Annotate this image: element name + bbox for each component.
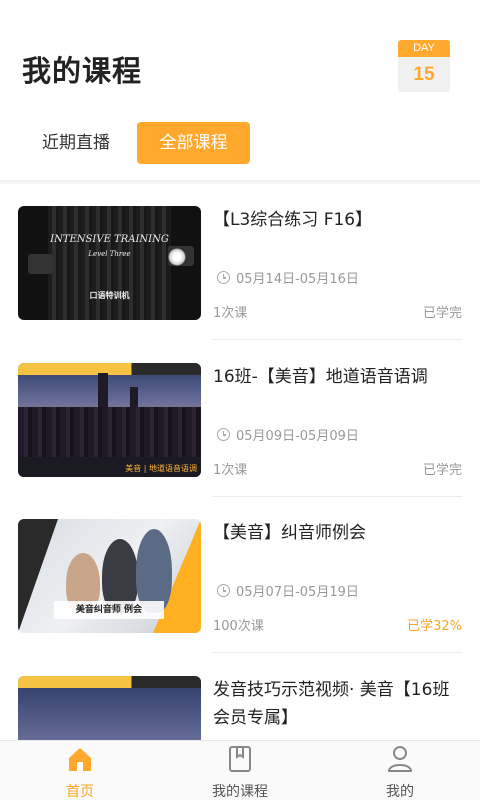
course-tabs: 近期直播 全部课程 [0,122,480,164]
course-card[interactable]: 美音 | 地道语音语调 16班-【美音】地道语音语调 05月09日-05月09日… [18,341,462,497]
course-date-text: 05月07日-05月19日 [236,585,359,600]
course-card[interactable]: 美音纠音师 例会 【美音】纠音师例会 05月07日-05月19日 100次课 已… [18,497,462,653]
clock-icon [217,428,230,441]
course-lesson-count: 100次课 [213,619,264,634]
course-status: 已学完 [422,306,462,321]
tab-all-courses[interactable]: 全部课程 [137,122,250,164]
course-title: 16班-【美音】地道语音语调 [213,367,428,387]
clock-icon [217,584,230,597]
page-title: 我的课程 [22,54,143,88]
user-icon [387,746,413,772]
course-title: 发音技巧示范视频· 美音【16班会员专属】 [213,680,450,728]
day-number: 15 [413,64,435,85]
course-date: 05月07日-05月19日 [217,581,359,600]
course-thumbnail [18,676,201,740]
nav-my-courses[interactable]: 我的课程 [160,741,320,800]
day-label: DAY [398,40,450,57]
course-date-text: 05月09日-05月09日 [236,429,359,444]
course-thumbnail: 美音纠音师 例会 [18,519,201,633]
skyline-graphic [18,407,201,459]
list-divider [212,339,462,340]
course-progress: 已学32% [407,619,462,634]
clock-icon [217,271,230,284]
course-status: 已学完 [422,463,462,478]
thumb-caption: Level Three [88,250,131,258]
thumb-banner [18,363,201,375]
day-calendar-badge[interactable]: DAY 15 [398,40,450,92]
nav-label: 我的 [386,784,414,800]
nav-label: 首页 [66,784,94,800]
home-icon [69,748,91,771]
book-icon [229,746,251,772]
course-thumbnail: INTENSIVE TRAINING Level Three 口语特训机 [18,206,201,320]
course-date: 05月09日-05月09日 [217,425,359,444]
course-lesson-count: 1次课 [213,463,248,478]
course-date: 05月14日-05月16日 [217,268,359,287]
bottom-nav: 首页 我的课程 我的 [0,740,480,800]
course-lesson-count: 1次课 [213,306,248,321]
thumb-caption: 美音 | 地道语音语调 [125,464,197,473]
nav-home[interactable]: 首页 [0,741,160,800]
course-title: 【L3综合练习 F16】 [213,210,373,230]
course-card[interactable]: INTENSIVE TRAINING Level Three 口语特训机 【L3… [18,184,462,340]
curtain-graphic [48,206,171,320]
thumb-banner [18,676,201,688]
thumb-caption: 口语特训机 [89,290,130,300]
thumb-caption: 美音纠音师 例会 [54,601,164,619]
thumb-caption: INTENSIVE TRAINING [50,234,169,245]
course-list[interactable]: INTENSIVE TRAINING Level Three 口语特训机 【L3… [0,184,480,740]
nav-label: 我的课程 [212,784,268,800]
tab-recent-live[interactable]: 近期直播 [26,122,126,164]
course-date-text: 05月14日-05月16日 [236,272,359,287]
list-divider [212,652,462,653]
course-title: 【美音】纠音师例会 [213,523,366,543]
course-thumbnail: 美音 | 地道语音语调 [18,363,201,477]
nav-profile[interactable]: 我的 [320,741,480,800]
thumb-decoration [18,519,58,633]
header: 我的课程 DAY 15 [0,0,480,120]
course-card[interactable]: 发音技巧示范视频· 美音【16班会员专属】 [18,654,462,740]
